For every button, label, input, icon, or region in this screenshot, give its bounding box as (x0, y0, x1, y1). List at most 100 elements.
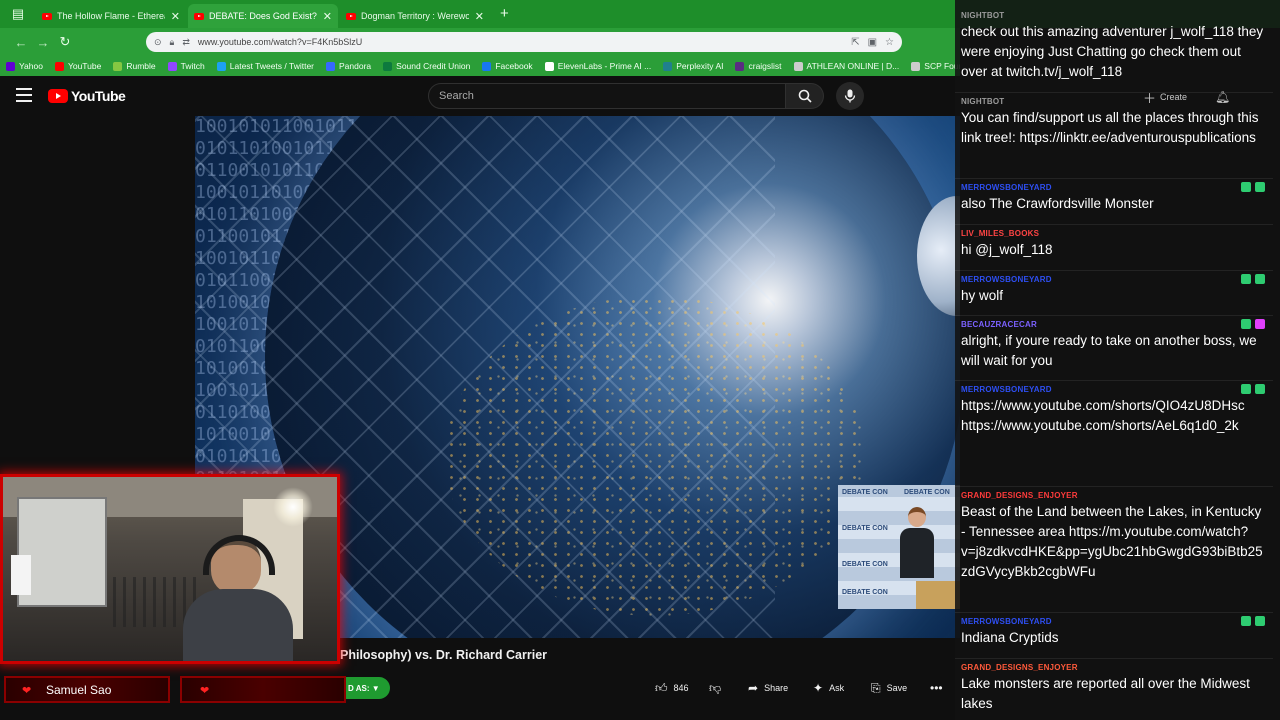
screenshot-icon[interactable]: ▣ (868, 37, 877, 48)
chat-username[interactable]: NIGHTBOT (961, 10, 1265, 22)
bookmark-favicon-icon (383, 61, 393, 71)
bookmark-item[interactable]: ElevenLabs - Prime AI ... (544, 61, 652, 71)
bookmark-label: YouTube (67, 61, 102, 71)
bookmark-favicon-icon (735, 61, 745, 71)
chat-username[interactable]: GRAND_DESIGNS_ENJOYER (961, 490, 1265, 502)
ceiling-light-graphic (273, 487, 313, 527)
chat-badge-icon (1255, 319, 1265, 329)
save-button[interactable]: ⎘ Save (871, 677, 907, 699)
chat-username[interactable]: MERROWSBONEYARD (961, 616, 1265, 628)
reload-icon[interactable]: ↻ (54, 34, 76, 50)
streamer-name-plate: ❤ Samuel Sao (4, 676, 170, 703)
youtube-logo-text: YouTube (71, 88, 126, 104)
voice-search-button[interactable] (836, 82, 864, 110)
browser-tab[interactable]: Dogman Territory : Werewolves ✕ (340, 4, 490, 28)
forward-arrow-icon[interactable]: → (32, 35, 54, 50)
lock-icon: 🔒︎ (169, 36, 175, 47)
tab-menu-icon[interactable]: ▤ (8, 4, 28, 24)
more-actions-button[interactable]: ••• (930, 677, 949, 699)
chat-message-text: hy wolf (961, 288, 1004, 303)
video-title: Philosophy) vs. Dr. Richard Carrier (340, 648, 548, 662)
chat-message: MERROWSBONEYARD https://www.youtube.com/s… (961, 384, 1265, 436)
url-text[interactable]: www.youtube.com/watch?v=F4Kn5bSlzU (198, 37, 843, 47)
bookmark-item[interactable]: SCP Foundation (911, 61, 960, 71)
bookmark-item[interactable]: Sound Credit Union (383, 61, 470, 71)
chat-message-text: Lake monsters are reported all over the … (961, 676, 1250, 711)
chat-message: MERROWSBONEYARD Indiana Cryptids (961, 616, 1265, 648)
bookmark-label: Facebook (495, 61, 533, 71)
chat-username[interactable]: MERROWSBONEYARD (961, 274, 1265, 286)
tab-label: The Hollow Flame - Ethereal Da (57, 11, 165, 21)
bookmark-favicon-icon (6, 61, 15, 71)
site-info-icon[interactable]: ⊙ (154, 37, 162, 48)
bookmark-item[interactable]: ATHLEAN ONLINE | D... (793, 61, 899, 71)
menu-icon[interactable] (16, 88, 32, 102)
tab-close-icon[interactable]: ✕ (475, 10, 484, 23)
ask-button[interactable]: ✦ Ask (813, 677, 844, 699)
chat-message-text: You can find/support us all the places t… (961, 110, 1259, 145)
chat-badge-icon (1255, 182, 1265, 192)
chat-badge-icon (1241, 274, 1251, 284)
chat-username[interactable]: MERROWSBONEYARD (961, 384, 1265, 396)
chat-badges (1241, 182, 1265, 192)
bookmark-item[interactable]: Latest Tweets / Twitter (216, 61, 314, 71)
tab-label: Dogman Territory : Werewolves (361, 11, 469, 21)
monitor-graphic (11, 555, 31, 595)
youtube-logo[interactable]: YouTube (48, 88, 126, 104)
chat-username[interactable]: NIGHTBOT (961, 96, 1265, 108)
bookmark-item[interactable]: craigslist (735, 61, 782, 71)
bookmark-label: ElevenLabs - Prime AI ... (557, 61, 652, 71)
chat-message-text: hi @j_wolf_118 (961, 242, 1053, 257)
chat-username[interactable]: MERROWSBONEYARD (961, 182, 1265, 194)
chat-message-text: also The Crawfordsville Monster (961, 196, 1154, 211)
bookmark-item[interactable]: Facebook (482, 61, 533, 71)
microphone-icon (844, 89, 856, 103)
bookmark-item[interactable]: Pandora (326, 61, 371, 71)
browser-tab[interactable]: The Hollow Flame - Ethereal Da ✕ (36, 4, 186, 28)
chat-message: GRAND_DESIGNS_ENJOYER Beast of the Land b… (961, 490, 1265, 582)
search-input[interactable]: Search (428, 83, 786, 109)
bookmark-label: Yahoo (19, 61, 43, 71)
chat-badge-icon (1241, 616, 1251, 626)
share-button[interactable]: ➦ Share (748, 677, 788, 699)
chat-username[interactable]: BECAUZRACECAR (961, 319, 1265, 331)
bookmark-item[interactable]: Perplexity AI (663, 61, 723, 71)
bookmark-label: Sound Credit Union (396, 61, 471, 71)
search-button[interactable] (786, 83, 824, 109)
bookmark-item[interactable]: YouTube (54, 61, 102, 71)
podium-graphic (916, 581, 960, 609)
chat-message: MERROWSBONEYARD also The Crawfordsville M… (961, 182, 1265, 214)
chat-divider (955, 612, 1273, 613)
new-tab-plus-icon[interactable]: + (500, 5, 509, 22)
dislike-button[interactable]: 👎︎ (709, 677, 727, 699)
chat-username[interactable]: LIV_MILES_BOOKS (961, 228, 1265, 240)
back-arrow-icon[interactable]: ← (10, 35, 32, 50)
thumbs-down-icon: 👎︎ (709, 680, 722, 695)
like-button[interactable]: 👍︎ 846 (655, 677, 689, 699)
youtube-favicon-icon (42, 12, 52, 20)
chat-divider (955, 178, 1273, 179)
tune-icon[interactable]: ⇄ (182, 37, 190, 48)
tab-close-icon[interactable]: ✕ (323, 10, 332, 23)
browser-tab-active[interactable]: DEBATE: Does God Exist? | Mike ✕ (188, 4, 338, 28)
bookmark-favicon-icon (482, 61, 492, 71)
thumbs-up-icon: 👍︎ (655, 680, 668, 695)
chat-message: GRAND_DESIGNS_ENJOYER Lake monsters are r… (961, 662, 1265, 714)
youtube-favicon-icon (346, 12, 356, 20)
install-icon[interactable]: ⇱ (851, 37, 859, 48)
subscribe-button[interactable]: D AS: ▼ (344, 677, 390, 699)
search-icon (798, 89, 812, 103)
tab-label: DEBATE: Does God Exist? | Mike (209, 11, 317, 21)
bookmark-item[interactable]: Yahoo (6, 61, 43, 71)
bookmark-star-icon[interactable]: ☆ (885, 37, 894, 48)
bookmark-label: Twitch (180, 61, 205, 71)
tab-close-icon[interactable]: ✕ (171, 10, 180, 23)
heart-icon: ❤ (200, 685, 210, 697)
chat-badges (1241, 274, 1265, 284)
chat-username[interactable]: GRAND_DESIGNS_ENJOYER (961, 662, 1265, 674)
bookmark-item[interactable]: Rumble (113, 61, 156, 71)
chat-message-text: check out this amazing adventurer j_wolf… (961, 24, 1264, 79)
chat-message: LIV_MILES_BOOKShi @j_wolf_118 (961, 228, 1265, 260)
address-bar[interactable]: ⊙ 🔒︎ ⇄ www.youtube.com/watch?v=F4Kn5bSlz… (146, 32, 902, 52)
bookmark-item[interactable]: Twitch (167, 61, 205, 71)
